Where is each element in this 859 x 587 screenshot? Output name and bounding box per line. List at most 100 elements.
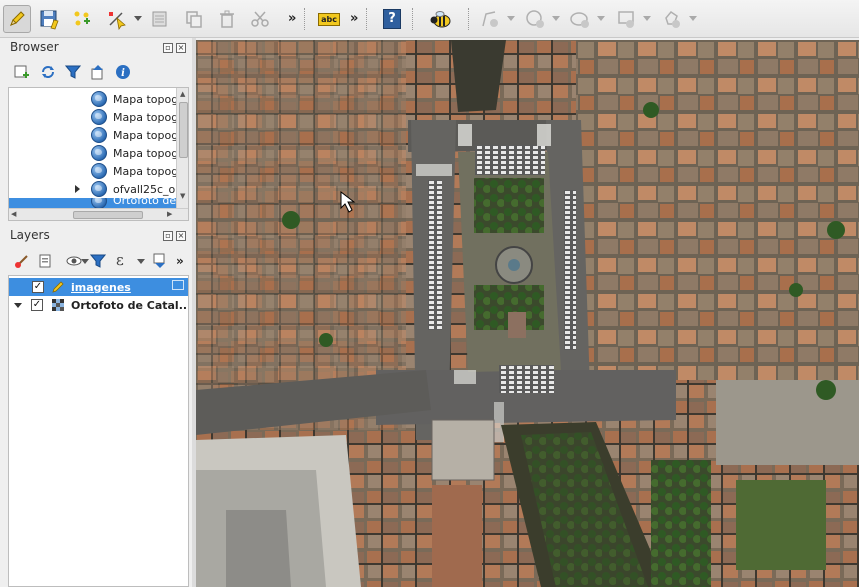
add-part-button[interactable] [521,5,549,33]
panel-overflow-button[interactable]: » [176,254,184,268]
pencil-icon [10,11,25,26]
copy-icon [186,11,202,28]
panel-title: Layers [10,228,50,242]
offset-icon [665,11,680,28]
collapse-all-button[interactable] [90,64,106,83]
chevron-down-icon[interactable] [689,16,697,21]
reshape-button[interactable] [612,5,640,33]
layer-name: Ortofoto de Catal... [71,298,189,312]
filter-legend-button[interactable] [89,253,107,272]
info-icon: i [116,65,130,79]
item-label: ofvall25c_o [113,182,176,196]
scroll-right-icon[interactable]: ▶ [167,210,172,218]
layer-row-ortofoto[interactable]: ✓ Ortofoto de Catal... [9,296,189,314]
browser-tree: Mapa topog Mapa topog Mapa topog Mapa to… [8,87,189,221]
list-item[interactable]: Mapa topog [91,144,178,162]
horizontal-scrollbar[interactable]: ◀ ▶ [9,208,188,220]
add-point-icon [74,11,90,26]
scrollbar-thumb[interactable] [73,211,143,219]
label-tool-button[interactable]: abc [316,5,342,33]
scissors-icon [251,11,269,27]
item-label: Mapa topog [113,110,179,124]
list-item[interactable]: Mapa topog [91,108,178,126]
add-ring-button[interactable] [476,5,504,33]
wms-globe-icon [91,181,107,197]
close-icon[interactable]: × [176,43,186,53]
raster-layer-icon [52,299,64,311]
expand-all-button[interactable] [152,253,168,272]
vertex-tool-button[interactable] [103,5,131,33]
copy-features-button[interactable] [180,5,208,33]
reshape-icon [618,11,634,28]
chevron-down-icon[interactable] [507,16,515,21]
map-canvas[interactable] [196,40,859,587]
help-button[interactable]: ? [378,5,406,33]
offset-curve-button[interactable] [658,5,686,33]
expand-arrow-icon[interactable] [75,185,80,193]
list-item[interactable]: ofvall25c_o [75,180,175,198]
wms-globe-icon [91,198,107,208]
fill-ring-icon [570,12,589,28]
plugin-bee-button[interactable] [427,5,455,33]
bee-icon [430,11,451,28]
list-item-selected[interactable]: Ortofoto de [9,198,179,208]
layers-panel: Layers ▫ × ε » ✓ imagenes ✓ Ortofoto de … [0,226,192,587]
filter-icon [89,254,107,268]
add-group-button[interactable] [38,253,54,272]
add-feature-button[interactable] [68,5,96,33]
modify-attributes-button[interactable] [146,5,174,33]
toolbar-overflow-button-2[interactable]: » [350,11,358,26]
chevron-down-icon[interactable] [597,16,605,21]
list-item[interactable]: Mapa topog [91,126,178,144]
paintbrush-icon [15,255,28,268]
layer-visibility-checkbox[interactable]: ✓ [31,299,43,311]
layer-visibility-checkbox[interactable]: ✓ [32,281,44,293]
toggle-editing-button[interactable] [3,5,31,33]
scroll-up-icon[interactable]: ▲ [180,90,185,98]
chevron-down-icon[interactable] [81,259,89,264]
trash-icon [220,10,234,28]
float-panel-icon[interactable]: ▫ [163,231,173,241]
toolbar-separator [412,8,414,30]
help-icon: ? [383,9,401,29]
styling-button[interactable] [14,253,30,272]
scrollbar-thumb[interactable] [179,102,188,158]
wms-globe-icon [91,109,107,125]
chevron-down-icon[interactable] [134,16,142,21]
chevron-down-icon[interactable] [643,16,651,21]
list-item[interactable]: Mapa topog [91,90,178,108]
scroll-down-icon[interactable]: ▼ [180,192,185,200]
collapse-arrow-icon[interactable] [14,302,22,308]
edit-table-icon [152,11,167,27]
collapse-icon [91,65,103,80]
save-layer-edits-button[interactable] [35,5,63,33]
list-item[interactable]: Mapa topog [91,162,178,180]
layer-tree: ✓ imagenes ✓ Ortofoto de Catal... [8,275,189,587]
add-group-icon [39,254,51,268]
close-icon[interactable]: × [176,231,186,241]
delete-selected-button[interactable] [213,5,241,33]
wms-globe-icon [91,163,107,179]
toolbar-separator [366,8,368,30]
manage-visibility-button[interactable] [66,253,82,272]
fill-ring-button[interactable] [566,5,594,33]
float-panel-icon[interactable]: ▫ [163,43,173,53]
filter-button[interactable] [64,64,82,83]
add-selected-button[interactable] [14,64,30,83]
layer-name: imagenes [71,280,131,294]
refresh-button[interactable] [40,64,56,83]
cut-features-button[interactable] [246,5,274,33]
chevron-down-icon[interactable] [137,259,145,264]
properties-button[interactable]: i [115,64,131,83]
eye-icon [66,256,82,266]
expression-filter-icon[interactable]: ε [116,251,124,269]
toolbar-overflow-button[interactable]: » [288,11,296,26]
item-label: Mapa topog [113,92,179,106]
chevron-down-icon[interactable] [552,16,560,21]
label-icon: abc [318,12,340,26]
scroll-left-icon[interactable]: ◀ [11,210,16,218]
expand-icon [153,253,165,268]
layer-row-imagenes[interactable]: ✓ imagenes [9,278,188,296]
vertical-scrollbar[interactable]: ▲ ▼ [176,88,188,208]
item-label: Mapa topog [113,128,179,142]
